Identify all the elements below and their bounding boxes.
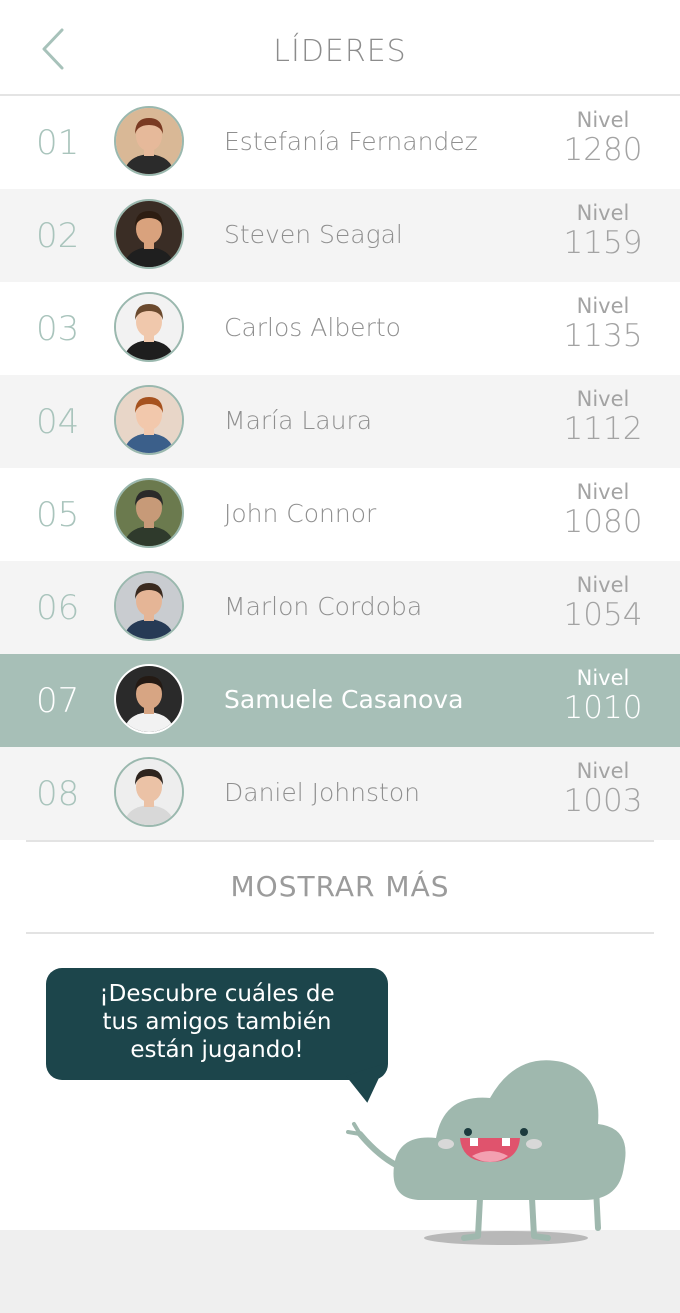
leaderboard-row[interactable]: 07 Samuele Casanova Nivel 1010 [0, 654, 680, 747]
avatar [114, 664, 184, 734]
speech-line-3: están jugando! [130, 1037, 304, 1063]
avatar-portrait [116, 108, 182, 174]
level-block: Nivel 1135 [558, 294, 648, 354]
leaderboard-row[interactable]: 06 Marlon Cordoba Nivel 1054 [0, 561, 680, 654]
level-label: Nivel [576, 387, 630, 411]
avatar-portrait [116, 666, 182, 732]
level-value: 1010 [563, 690, 643, 726]
level-label: Nivel [576, 108, 630, 132]
top-bar: LÍDERES [0, 0, 680, 96]
avatar-portrait [116, 201, 182, 267]
avatar [114, 106, 184, 176]
page-title: LÍDERES [273, 34, 407, 69]
player-name: María Laura [224, 406, 373, 435]
rank-number: 02 [36, 216, 80, 256]
speech-bubble: ¡Descubre cuáles de tus amigos también e… [46, 968, 388, 1080]
avatar-portrait [116, 759, 182, 825]
rank-number: 06 [36, 588, 80, 628]
player-name: Marlon Cordoba [224, 592, 423, 621]
level-block: Nivel 1159 [558, 201, 648, 261]
rank-number: 08 [36, 774, 80, 814]
level-label: Nivel [576, 759, 630, 783]
level-label: Nivel [576, 201, 630, 225]
level-value: 1112 [563, 411, 643, 447]
avatar [114, 478, 184, 548]
level-block: Nivel 1280 [558, 108, 648, 168]
level-value: 1003 [563, 783, 643, 819]
rank-number: 03 [36, 309, 80, 349]
leaderboard-row[interactable]: 05 John Connor Nivel 1080 [0, 468, 680, 561]
rank-number: 05 [36, 495, 80, 535]
level-value: 1080 [563, 504, 643, 540]
rank-number: 04 [36, 402, 80, 442]
show-more-button[interactable]: MOSTRAR MÁS [26, 842, 654, 932]
leaderboard-list: 01 Estefanía Fernandez Nivel 1280 02 Steven S… [0, 96, 680, 840]
rank-number: 07 [36, 681, 80, 721]
level-block: Nivel 1003 [558, 759, 648, 819]
avatar [114, 571, 184, 641]
avatar-portrait [116, 480, 182, 546]
player-name: Steven Seagal [224, 220, 403, 249]
speech-line-1: ¡Descubre cuáles de [99, 981, 335, 1007]
player-name: John Connor [224, 499, 377, 528]
player-name: Samuele Casanova [224, 685, 464, 714]
leaderboard-row[interactable]: 03 Carlos Alberto Nivel 1135 [0, 282, 680, 375]
level-value: 1135 [563, 318, 643, 354]
player-name: Estefanía Fernandez [224, 127, 478, 156]
avatar-portrait [116, 387, 182, 453]
level-block: Nivel 1010 [558, 666, 648, 726]
cloud-mascot-illustration [346, 1060, 626, 1245]
level-label: Nivel [576, 294, 630, 318]
level-block: Nivel 1080 [558, 480, 648, 540]
avatar-portrait [116, 573, 182, 639]
level-block: Nivel 1054 [558, 573, 648, 633]
divider-bottom [26, 932, 654, 934]
level-block: Nivel 1112 [558, 387, 648, 447]
avatar [114, 385, 184, 455]
level-label: Nivel [576, 573, 630, 597]
leaderboard-row[interactable]: 02 Steven Seagal Nivel 1159 [0, 189, 680, 282]
level-label: Nivel [576, 480, 630, 504]
leaderboard-row[interactable]: 08 Daniel Johnston Nivel 1003 [0, 747, 680, 840]
avatar [114, 199, 184, 269]
speech-line-2: tus amigos también [102, 1009, 332, 1035]
player-name: Daniel Johnston [224, 778, 420, 807]
level-value: 1280 [563, 132, 643, 168]
avatar [114, 757, 184, 827]
leaderboard-row[interactable]: 01 Estefanía Fernandez Nivel 1280 [0, 96, 680, 189]
avatar-portrait [116, 294, 182, 360]
rank-number: 01 [36, 123, 80, 163]
avatar [114, 292, 184, 362]
level-label: Nivel [576, 666, 630, 690]
level-value: 1054 [563, 597, 643, 633]
player-name: Carlos Alberto [224, 313, 401, 342]
level-value: 1159 [563, 225, 643, 261]
leaderboard-row[interactable]: 04 María Laura Nivel 1112 [0, 375, 680, 468]
